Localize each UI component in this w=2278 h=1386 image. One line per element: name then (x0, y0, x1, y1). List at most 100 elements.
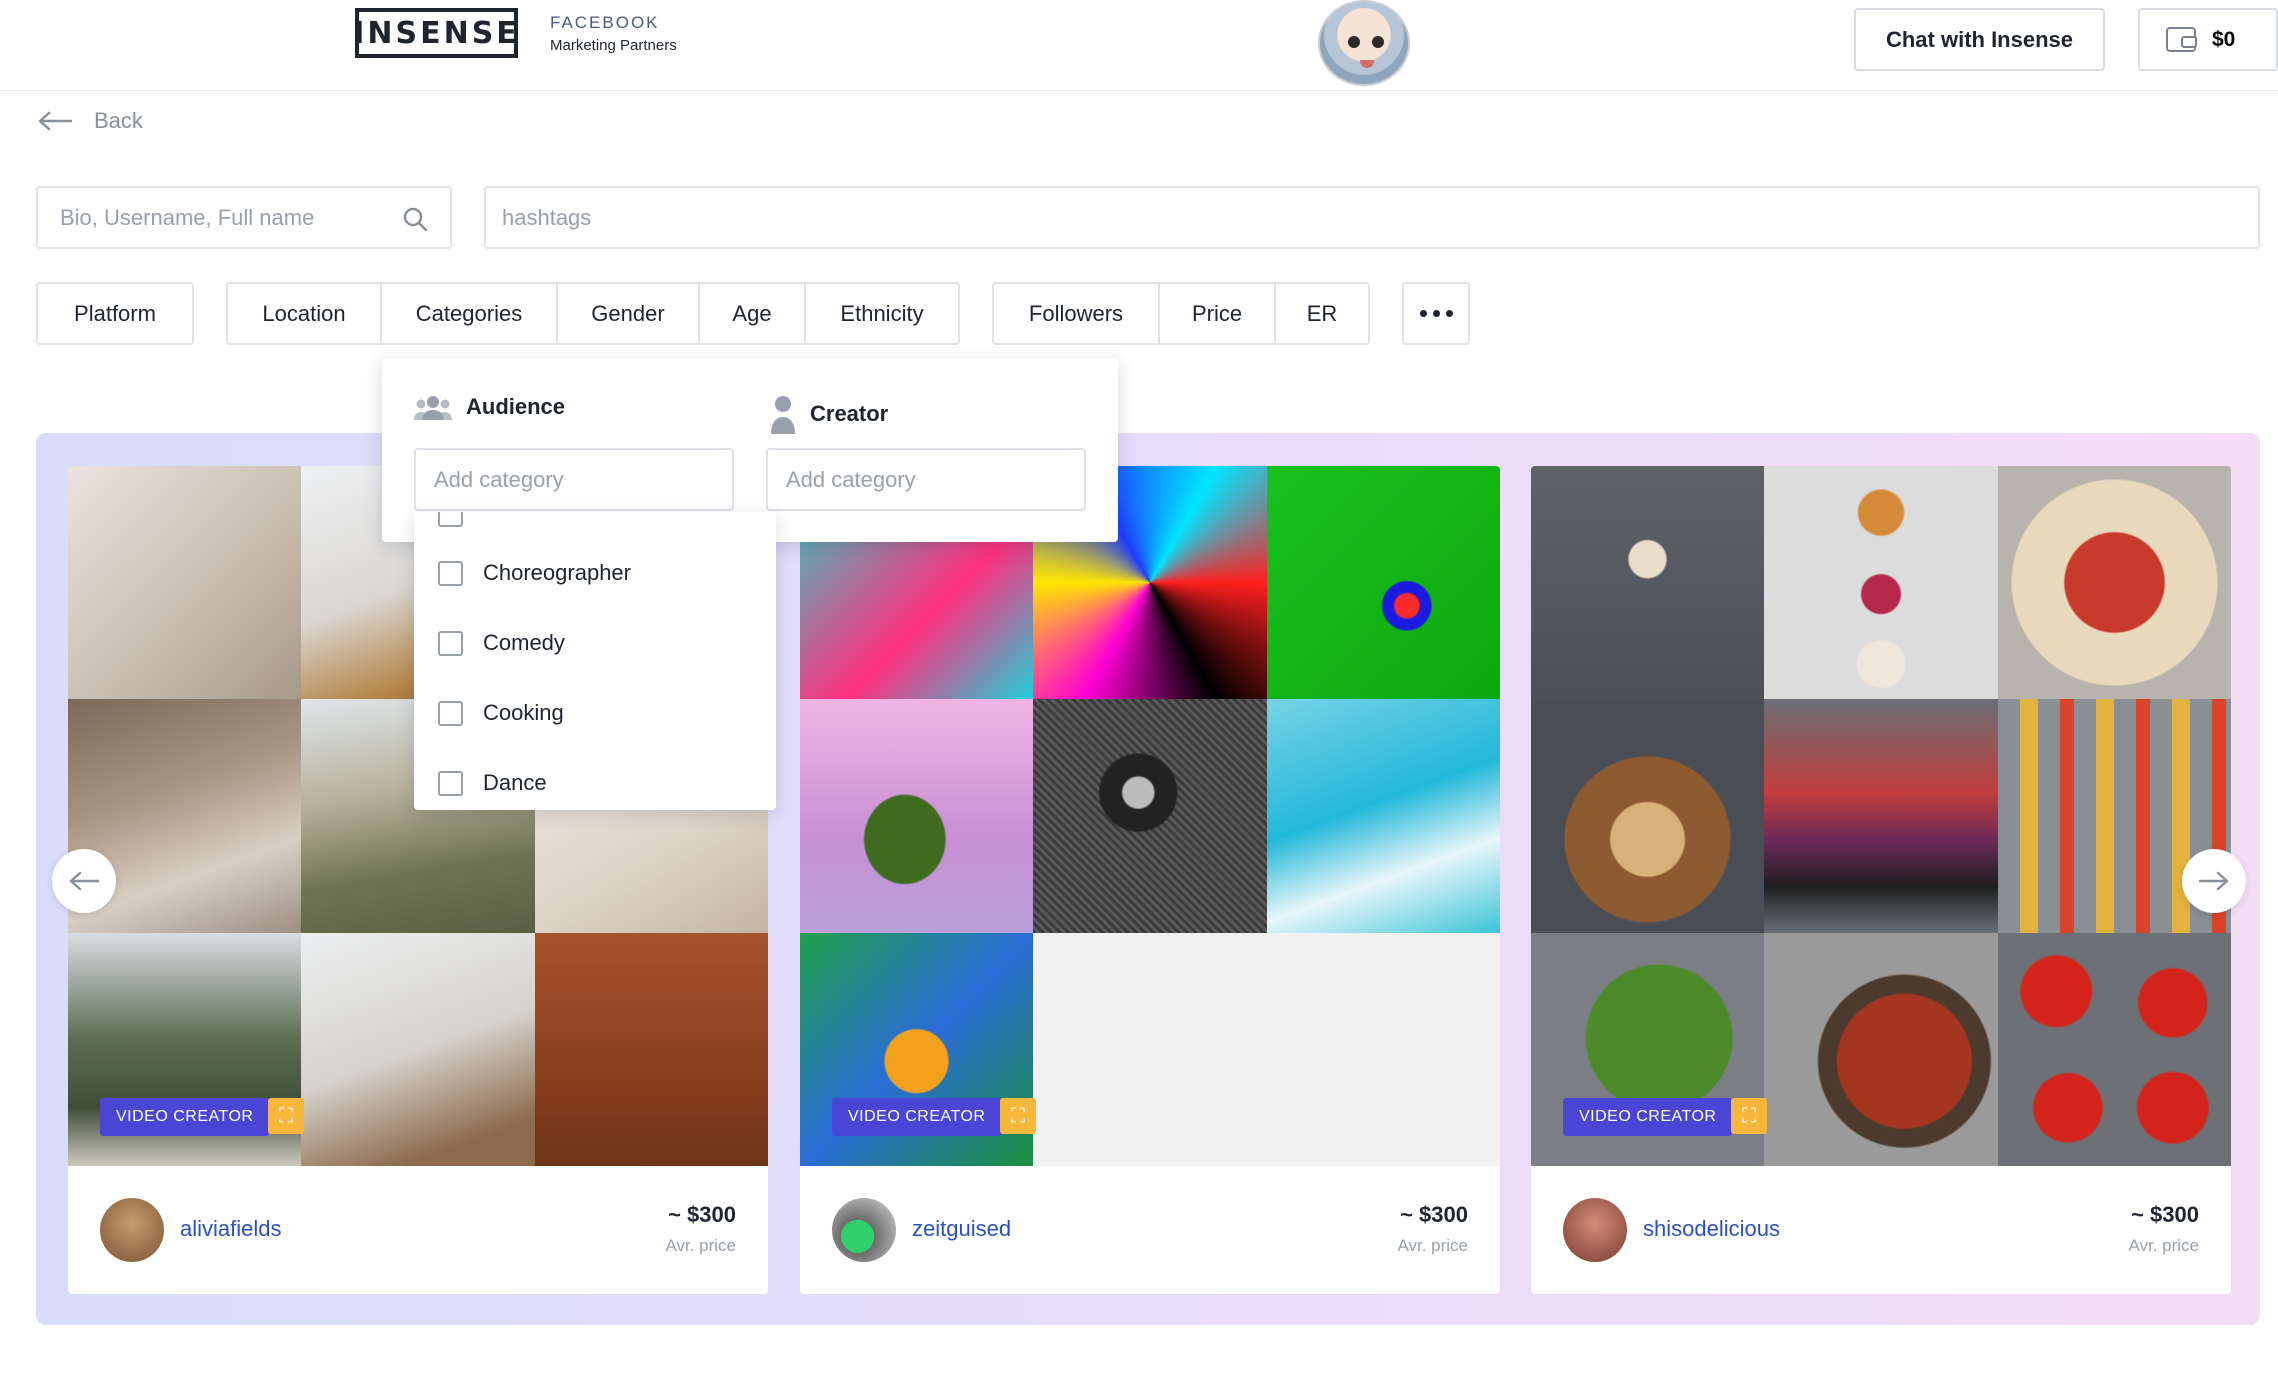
filter-age[interactable]: Age (698, 282, 806, 345)
portfolio-image[interactable] (1033, 699, 1267, 933)
portfolio-image[interactable] (534, 932, 768, 1166)
checkbox[interactable] (438, 700, 463, 726)
creator-card[interactable]: VIDEO CREATOR ⛶ zeitguised ~ $300 Avr. p… (800, 466, 1500, 1294)
portfolio-image[interactable] (1764, 699, 1998, 933)
shortlist-icon[interactable]: ⛶ (1731, 1098, 1767, 1134)
video-creator-badge: VIDEO CREATOR (1563, 1098, 1733, 1136)
filter-platform[interactable]: Platform (36, 282, 194, 345)
creator-header: Creator (770, 394, 888, 434)
category-option-label: Choreographer (483, 560, 631, 585)
more-filters-button[interactable] (1402, 282, 1470, 345)
insense-logo[interactable]: INSENSE (353, 8, 518, 58)
checkbox[interactable] (438, 770, 463, 796)
category-option-label: Comedy (483, 630, 565, 655)
video-creator-badge: VIDEO CREATOR (100, 1098, 270, 1136)
card-footer: aliviafields ~ $300 Avr. price (68, 1166, 768, 1294)
filter-location[interactable]: Location (226, 282, 382, 345)
filter-er[interactable]: ER (1274, 282, 1370, 345)
creator-avatar[interactable] (100, 1198, 164, 1262)
partner-line-1: FACEBOOK (550, 13, 660, 32)
hashtags-field[interactable] (484, 186, 2260, 249)
arrow-left-icon (38, 111, 72, 131)
portfolio-image[interactable] (301, 932, 535, 1166)
facebook-partner-label: FACEBOOK Marketing Partners (550, 13, 677, 54)
portfolio-image[interactable] (1764, 932, 1998, 1166)
hashtags-input[interactable] (486, 188, 2258, 247)
shortlist-icon[interactable]: ⛶ (268, 1098, 304, 1134)
category-option[interactable]: Choreographer (438, 560, 631, 586)
carousel-prev-button[interactable] (52, 849, 116, 913)
portfolio-grid[interactable] (1531, 466, 2231, 1166)
creator-icon (771, 396, 795, 434)
category-option[interactable]: Comedy (438, 630, 565, 656)
arrow-left-icon (69, 871, 99, 891)
arrow-right-icon (2199, 871, 2229, 891)
average-price: ~ $300 (668, 1202, 736, 1227)
creator-label: Creator (810, 401, 889, 426)
top-header: INSENSE FACEBOOK Marketing Partners Chat… (0, 0, 2278, 91)
creator-category-field[interactable] (766, 448, 1086, 511)
audience-header: Audience (414, 394, 565, 420)
portfolio-image[interactable] (1266, 466, 1500, 700)
audience-label: Audience (466, 394, 566, 419)
chat-with-insense-button[interactable]: Chat with Insense (1854, 8, 2105, 71)
video-creator-badge: VIDEO CREATOR (832, 1098, 1002, 1136)
audience-icon (414, 396, 452, 420)
search-input[interactable] (38, 188, 450, 247)
portfolio-image[interactable] (68, 466, 302, 700)
category-option-partial[interactable] (438, 512, 463, 527)
audience-category-input[interactable] (416, 450, 732, 509)
checkbox[interactable] (438, 630, 463, 656)
portfolio-image-empty (1033, 932, 1267, 1166)
average-price: ~ $300 (2131, 1202, 2199, 1227)
portfolio-image[interactable] (1997, 932, 2231, 1166)
creator-avatar[interactable] (1563, 1198, 1627, 1262)
portfolio-image[interactable] (1997, 466, 2231, 700)
category-option[interactable]: Cooking (438, 700, 564, 726)
more-dot-icon (1419, 310, 1427, 317)
partner-line-2: Marketing Partners (550, 37, 677, 54)
carousel-next-button[interactable] (2182, 849, 2246, 913)
portfolio-image[interactable] (1531, 699, 1765, 933)
card-footer: zeitguised ~ $300 Avr. price (800, 1166, 1500, 1294)
filter-gender[interactable]: Gender (556, 282, 700, 345)
portfolio-image[interactable] (1531, 466, 1765, 700)
filter-price[interactable]: Price (1158, 282, 1276, 345)
filter-ethnicity[interactable]: Ethnicity (804, 282, 960, 345)
portfolio-grid[interactable] (800, 466, 1500, 1166)
wallet-icon (2166, 27, 2197, 52)
portfolio-image[interactable] (1266, 699, 1500, 933)
wallet-button[interactable]: $0 (2138, 8, 2278, 71)
audience-category-field[interactable] (414, 448, 734, 511)
more-dot-icon (1445, 310, 1453, 317)
user-avatar[interactable] (1318, 0, 1410, 86)
wallet-balance: $0 (2212, 27, 2236, 51)
shortlist-icon[interactable]: ⛶ (1000, 1098, 1036, 1134)
average-price-label: Avr. price (2128, 1236, 2199, 1255)
search-icon[interactable] (402, 206, 428, 232)
card-footer: shisodelicious ~ $300 Avr. price (1531, 1166, 2231, 1294)
category-options-list[interactable]: Choreographer Comedy Cooking Dance (414, 512, 776, 810)
average-price: ~ $300 (1400, 1202, 1468, 1227)
more-dot-icon (1432, 310, 1440, 317)
back-label: Back (94, 108, 143, 133)
filter-followers[interactable]: Followers (992, 282, 1160, 345)
category-option-label: Cooking (483, 700, 564, 725)
portfolio-image[interactable] (1764, 466, 1998, 700)
category-option[interactable]: Dance (438, 770, 547, 796)
portfolio-image[interactable] (800, 699, 1034, 933)
checkbox[interactable] (438, 512, 463, 527)
creator-avatar[interactable] (832, 1198, 896, 1262)
creator-category-input[interactable] (768, 450, 1084, 509)
creator-card[interactable]: VIDEO CREATOR ⛶ shisodelicious ~ $300 Av… (1531, 466, 2231, 1294)
creator-username[interactable]: zeitguised (912, 1216, 1011, 1242)
filter-categories[interactable]: Categories (380, 282, 558, 345)
category-option-label: Dance (483, 770, 547, 795)
creator-username[interactable]: shisodelicious (1643, 1216, 1780, 1242)
portfolio-image-empty (1266, 932, 1500, 1166)
average-price-label: Avr. price (665, 1236, 736, 1255)
back-link[interactable]: Back (38, 108, 143, 134)
checkbox[interactable] (438, 560, 463, 586)
search-field[interactable] (36, 186, 452, 249)
creator-username[interactable]: aliviafields (180, 1216, 282, 1242)
